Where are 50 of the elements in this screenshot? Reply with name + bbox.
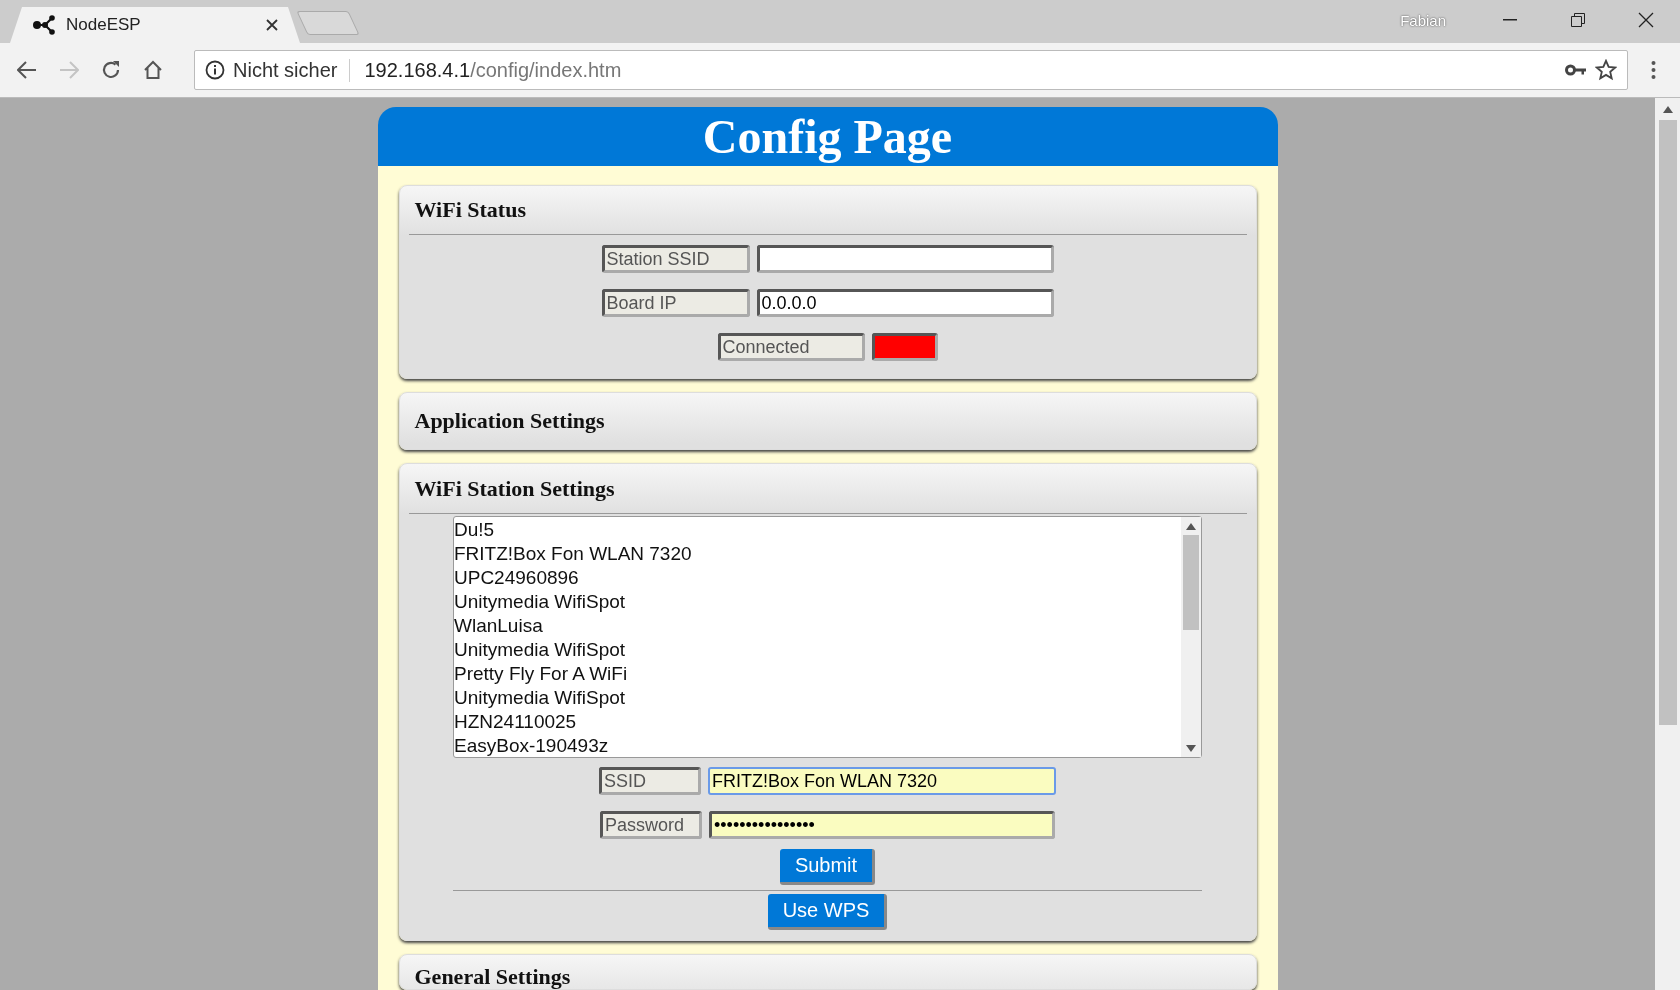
network-item[interactable]: Unitymedia WifiSpot [454, 686, 1181, 710]
field-label: SSID [599, 767, 701, 795]
minimize-icon[interactable] [1503, 19, 1517, 21]
section-title: Application Settings [413, 407, 606, 435]
network-item[interactable]: FRITZ!Box Fon WLAN 7320 [454, 542, 1181, 566]
url-text: 192.168.4.1/config/index.htm [364, 58, 623, 82]
network-item[interactable]: Unitymedia WifiSpot [454, 590, 1181, 614]
back-arrow-icon[interactable] [17, 61, 37, 79]
field-label: Board IP [601, 289, 750, 317]
network-item[interactable]: Pretty Fly For A WiFi [454, 662, 1181, 686]
scroll-down-arrow-icon[interactable] [1186, 744, 1196, 752]
security-label: Nicht sicher [233, 58, 351, 82]
input-field[interactable]: FRITZ!Box Fon WLAN 7320 [708, 767, 1056, 795]
field-label: Password [600, 811, 702, 839]
scrollbar-thumb[interactable] [1183, 535, 1199, 630]
page-title: Config Page [377, 107, 1278, 166]
close-icon[interactable] [266, 19, 278, 31]
network-item[interactable]: HZN24110025 [454, 710, 1181, 734]
input-field[interactable] [756, 245, 1054, 273]
network-listbox[interactable]: Du!5 FRITZ!Box Fon WLAN 7320 UPC24960896 Unitymedia WifiSpot WlanLuisa Unitymedia WifiSpot Pretty Fly For A WiFi Unitymedia WifiSpot HZN24110025 EasyBox-190493z [453, 516, 1202, 758]
info-icon [205, 60, 225, 80]
network-item[interactable]: EasyBox-190493z [454, 734, 1181, 757]
section-title: General Settings [413, 963, 572, 989]
scroll-up-arrow-icon[interactable] [1662, 105, 1673, 113]
reload-icon[interactable] [101, 60, 121, 80]
tab-title: NodeESP [66, 15, 142, 35]
network-item[interactable]: Unitymedia WifiSpot [454, 638, 1181, 662]
wps-button[interactable]: Use WPS [767, 894, 888, 930]
network-item[interactable]: UPC24960896 [454, 566, 1181, 590]
close-icon[interactable] [1638, 12, 1654, 28]
scrollbar-thumb[interactable] [1658, 120, 1677, 725]
network-item[interactable]: WlanLuisa [454, 614, 1181, 638]
network-nodes-icon [32, 15, 56, 35]
input-field[interactable]: 0.0.0.0 [756, 289, 1054, 317]
network-item[interactable]: Du!5 [454, 518, 1181, 542]
field-label: Station SSID [601, 245, 750, 273]
address-bar[interactable]: Nicht sicher 192.168.4.1/config/index.htm [194, 50, 1628, 90]
menu-icon[interactable] [1650, 60, 1656, 80]
home-icon[interactable] [143, 60, 163, 80]
key-icon[interactable] [1565, 64, 1587, 76]
browser-tab[interactable]: NodeESP [10, 7, 300, 43]
star-icon[interactable] [1595, 59, 1617, 81]
restore-icon[interactable] [1571, 13, 1585, 27]
field-label: Connected [717, 333, 865, 361]
input-field[interactable]: •••••••••••••••• [709, 811, 1055, 839]
section-title: WiFi Station Settings [413, 474, 616, 503]
scroll-up-arrow-icon[interactable] [1186, 522, 1196, 530]
section-title: WiFi Status [413, 196, 527, 224]
submit-button[interactable]: Submit [779, 849, 876, 885]
profile-name[interactable]: Fabian [1400, 11, 1446, 29]
